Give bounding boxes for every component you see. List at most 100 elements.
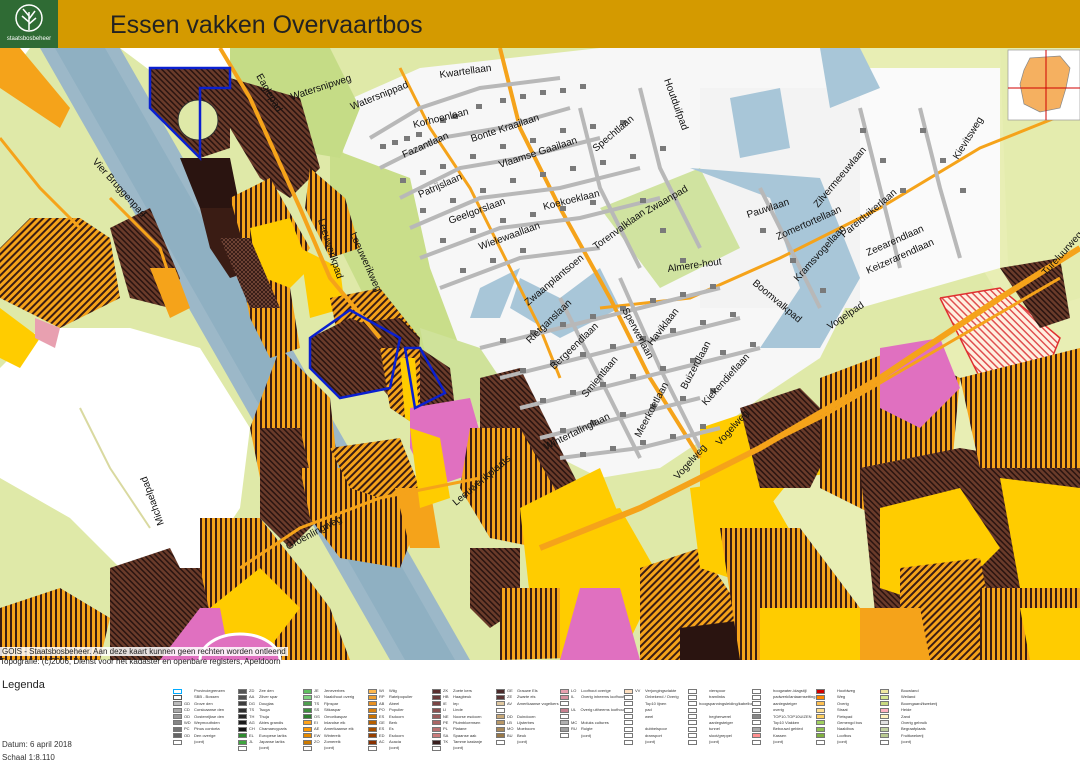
legend-item: sloot/greppel: [688, 733, 753, 739]
legend-label: Begraafplaats: [901, 726, 926, 732]
legend-item: Kassen: [752, 733, 817, 739]
legend-label: TOP10-TOP10UIZEN: [773, 713, 812, 719]
legend-swatch: [816, 688, 825, 694]
legend-label: sloot/greppel: [709, 732, 732, 738]
legend-column: WI Wilg RP Ratelpopulier AB Abeel PO Populier ES…: [368, 688, 433, 752]
legend-swatch: [496, 707, 505, 713]
legend-item: RP Ratelpopulier: [368, 694, 433, 700]
legend-label: Oostenrijkse den: [194, 713, 225, 719]
legend-swatch: [368, 694, 377, 700]
legend-column: Bouwland Weiland Boomgaard/kwekerij Heide Za…: [880, 688, 945, 745]
legend-label: Bouwland: [901, 688, 919, 693]
legend-item: Loofbos: [816, 733, 881, 739]
legend-item: NO Naaldhout overig: [303, 694, 368, 700]
legend-item: Top10 lijnen: [624, 701, 689, 707]
legend-item: DG Douglas: [238, 701, 303, 707]
legend-swatch: [560, 726, 569, 732]
legend-item: Zand: [880, 714, 945, 720]
legend-swatch: [688, 707, 697, 713]
legend-item: (cont): [880, 739, 945, 745]
overview-inset-map: [1007, 49, 1080, 121]
legend-label: Overig uitheems loofhout: [580, 707, 625, 713]
legend-swatch: [238, 739, 247, 745]
legend-swatch: [688, 720, 697, 726]
legend-swatch: [303, 739, 312, 745]
legend-swatch: [238, 720, 247, 726]
legend-code: AG: [249, 719, 255, 725]
legend-swatch: [624, 720, 633, 726]
legend-swatch: [496, 688, 505, 694]
legend-column: vierspoor tramlinks hoogspanningsleiding/k…: [688, 688, 753, 745]
legend-label: Ruigte: [581, 726, 593, 732]
legend-item: EW Wintereik: [303, 733, 368, 739]
legend-label: Zee den: [259, 688, 274, 693]
legend-item: ZK Zoete kers: [432, 688, 497, 694]
legend-code: NO: [314, 694, 320, 700]
legend-swatch: [432, 745, 441, 751]
legend-label: Japanse lariks: [259, 739, 285, 744]
legend-swatch: [368, 739, 377, 745]
legend-swatch: [688, 739, 697, 745]
legend-title: Legenda: [2, 679, 45, 691]
legend-code: MC: [571, 719, 578, 725]
legend-item: OD Oostenrijkse den: [173, 714, 238, 720]
legend-code: IL: [571, 694, 575, 700]
legend-label: Overig inheems loofhout: [581, 694, 625, 700]
legend-item: [496, 707, 561, 713]
legend-item: (cont): [752, 739, 817, 745]
legend-item: NE Noorse esdoorn: [432, 714, 497, 720]
legend-item: TK Tamme kastanje: [432, 739, 497, 745]
legend-swatch: [688, 701, 697, 707]
legend-code: CD: [184, 707, 190, 713]
legend-label: (cont): [517, 739, 528, 744]
legend-label: Provinciegrenzen: [194, 688, 225, 693]
legend-label: (cont): [837, 739, 848, 744]
legend-code: VV: [635, 688, 641, 693]
legend-label: Grauwe Els: [517, 688, 538, 693]
legend-item: Top10 Vlakken: [752, 720, 817, 726]
legend-label: Zwarte els: [517, 694, 536, 700]
legend-swatch: [238, 701, 247, 707]
legend-swatch: [496, 720, 505, 726]
legend-swatch: [880, 726, 889, 732]
legend-item: weel: [624, 714, 689, 720]
legend-label: pad: [645, 707, 652, 713]
legend-label: Tsuga: [259, 707, 270, 713]
topography-credits: Topografie: (c)2006, Dienst voor het kad…: [0, 657, 281, 666]
legend-swatch: [173, 694, 182, 700]
legend-item: ES Esdoorn: [368, 714, 433, 720]
legend-swatch: [816, 739, 825, 745]
legend-label: Weiland: [901, 694, 916, 700]
legend-swatch: [432, 714, 441, 719]
legend-label: Douglas: [259, 700, 274, 706]
legend-swatch: [688, 688, 697, 694]
legend-label: Straat: [837, 707, 848, 713]
legend-swatch: [752, 714, 761, 719]
legend-item: Weg: [816, 694, 881, 700]
map-canvas[interactable]: Eaglepad Watersnipweg Watersnippad Kwart…: [0, 48, 1080, 660]
page-title: Essen vakken Overvaartbos: [110, 11, 423, 39]
legend-label: Lijsterbes: [517, 719, 535, 725]
legend-item: Overig: [816, 701, 881, 707]
legend-swatch: [880, 720, 889, 726]
legend-item: LO Loofhout overige: [560, 688, 625, 694]
legend-label: Spaanse aak: [453, 732, 477, 738]
legend-item: HB Haagbeuk: [432, 694, 497, 700]
legend-label: padwerk/lantaarnsetting: [773, 694, 816, 700]
legend-label: Berk: [389, 719, 398, 725]
legend-code: ZE: [507, 694, 513, 700]
legend-item: (cont): [816, 739, 881, 745]
legend-column: GE Grauwe Els ZE Zwarte els AV Amerikaanse vo…: [496, 688, 561, 745]
legend-item: Provinciegrenzen: [173, 688, 238, 694]
legend-label: Acacia: [389, 739, 402, 744]
legend-label: aanlegsteiger: [773, 700, 798, 706]
logo: staatsbosbeheer: [0, 0, 58, 48]
legend-label: Tamme kastanje: [453, 739, 483, 744]
legend-swatch: [624, 707, 633, 713]
legend-label: Zomereik: [324, 739, 341, 744]
legend-item: UL Overig uitheems loofhout: [560, 707, 625, 713]
legend-label: (cont): [581, 732, 592, 738]
legend-swatch: [688, 714, 697, 719]
legend-label: Moeboom: [517, 726, 535, 732]
legend-item: JL Japanse lariks: [238, 739, 303, 745]
